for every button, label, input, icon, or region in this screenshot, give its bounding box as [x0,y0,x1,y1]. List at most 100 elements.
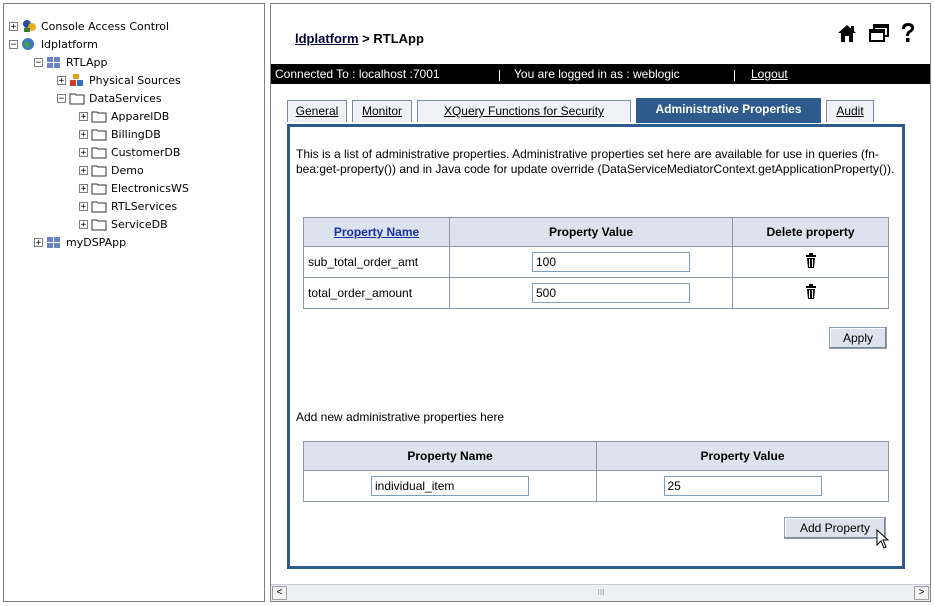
tree-node-label: DataServices [89,91,162,105]
apply-button[interactable]: Apply [829,327,887,349]
tree-node-dataservices[interactable]: − DataServices [57,89,163,107]
scroll-right-arrow-icon[interactable]: > [914,586,929,600]
column-header-property-name[interactable]: Property Name [303,217,450,247]
table-row [303,470,889,502]
tree-node-demo[interactable]: + Demo [79,161,145,179]
mouse-cursor-icon [876,528,890,552]
expand-icon[interactable]: + [57,75,66,85]
new-property-value-cell [596,470,889,502]
delete-cell [732,246,889,278]
globe-icon [21,37,37,51]
tab-monitor[interactable]: Monitor [352,100,412,122]
navigation-tree: + Console Access Control − ldplatform − … [3,3,265,602]
breadcrumb-link-ldplatform[interactable]: ldplatform [295,31,359,46]
tree-node-label: BillingDB [111,127,161,141]
divider [734,70,735,81]
folder-icon [91,217,107,231]
sort-link[interactable]: Property Name [334,225,419,239]
column-header-property-value: Property Value [596,441,889,471]
tree-node-label: ElectronicsWS [111,181,189,195]
expand-icon[interactable]: + [79,183,88,193]
window-icon[interactable] [868,23,890,46]
property-value-cell [449,246,733,278]
property-value-cell [449,277,733,309]
scroll-thumb[interactable]: III [289,587,913,599]
trash-icon[interactable] [805,252,817,272]
tab-administrative-properties[interactable]: Administrative Properties [636,98,821,123]
property-value-input[interactable] [532,252,690,272]
help-icon[interactable] [900,22,916,47]
column-header-delete-property: Delete property [732,217,889,247]
tree-node-ldplatform[interactable]: − ldplatform [9,35,99,53]
tree-node-billingdb[interactable]: + BillingDB [79,125,162,143]
trash-icon[interactable] [805,283,817,303]
tab-label: XQuery Functions for Security [443,104,605,118]
tree-node-label: CustomerDB [111,145,181,159]
tab-label: Audit [836,104,864,118]
table-header-row: Property Name Property Value Delete prop… [303,217,889,247]
add-property-button[interactable]: Add Property [784,517,886,539]
tree-node-appareldb[interactable]: + ApparelDB [79,107,170,125]
tree-node-customerdb[interactable]: + CustomerDB [79,143,181,161]
collapse-icon[interactable]: − [57,93,66,103]
column-header-property-value: Property Value [449,217,733,247]
property-value-input[interactable] [532,283,690,303]
expand-icon[interactable]: + [79,201,88,211]
property-name-cell: total_order_amount [303,277,450,309]
tree-node-physical-sources[interactable]: + Physical Sources [57,71,182,89]
tree-node-label: RTLServices [111,199,178,213]
tree-node-mydspapp[interactable]: + myDSPApp [34,233,127,251]
horizontal-scrollbar[interactable]: < III > [271,584,930,601]
page-header: ldplatform > RTLApp [271,4,930,64]
tree-node-label: ldplatform [41,37,98,51]
connection-status: Connected To : localhost :7001 [275,67,440,81]
expand-icon[interactable]: + [79,129,88,139]
expand-icon[interactable]: + [9,21,18,31]
tree-node-electronicsws[interactable]: + ElectronicsWS [79,179,190,197]
expand-icon[interactable]: + [79,165,88,175]
delete-cell [732,277,889,309]
tree-node-label: ServiceDB [111,217,168,231]
new-property-name-input[interactable] [371,476,529,496]
new-property-value-input[interactable] [663,476,822,496]
application-icon [46,55,62,69]
folder-icon [69,91,85,105]
tree-node-label: Demo [111,163,144,177]
folder-icon [91,163,107,177]
tab-general[interactable]: General [287,100,347,122]
collapse-icon[interactable]: − [9,39,18,49]
tree-node-label: Console Access Control [41,19,170,33]
table-row: total_order_amount [303,277,889,309]
breadcrumb: ldplatform > RTLApp [295,31,424,46]
intro-text: This is a list of administrative propert… [296,147,895,176]
tree-node-rtlapp[interactable]: − RTLApp [34,53,108,71]
tree-node-console-access-control[interactable]: + Console Access Control [9,17,170,35]
folder-icon [91,181,107,195]
property-name-cell: sub_total_order_amt [303,246,450,278]
tree-node-servicedb[interactable]: + ServiceDB [79,215,169,233]
collapse-icon[interactable]: − [34,57,43,67]
tree-node-label: myDSPApp [66,235,127,249]
physical-sources-icon [69,73,85,87]
tab-label: Monitor [361,104,402,118]
tab-xquery-functions-for-security[interactable]: XQuery Functions for Security [417,100,631,122]
logout-link[interactable]: Logout [751,67,788,81]
divider [499,70,500,81]
home-icon[interactable] [836,22,858,47]
folder-icon [91,145,107,159]
table-row: sub_total_order_amt [303,246,889,278]
folder-icon [91,109,107,123]
scroll-left-arrow-icon[interactable]: < [272,586,287,600]
content-pane: ldplatform > RTLApp Connected To : local… [270,3,931,602]
expand-icon[interactable]: + [79,147,88,157]
tab-label: General [295,104,339,118]
tree-node-rtlservices[interactable]: + RTLServices [79,197,178,215]
column-header-property-name: Property Name [303,441,597,471]
breadcrumb-current: > RTLApp [358,31,424,46]
tab-audit[interactable]: Audit [826,100,874,122]
expand-icon[interactable]: + [79,219,88,229]
add-properties-heading: Add new administrative properties here [296,410,505,424]
expand-icon[interactable]: + [79,111,88,121]
tab-label: Administrative Properties [655,102,802,116]
expand-icon[interactable]: + [34,237,43,247]
